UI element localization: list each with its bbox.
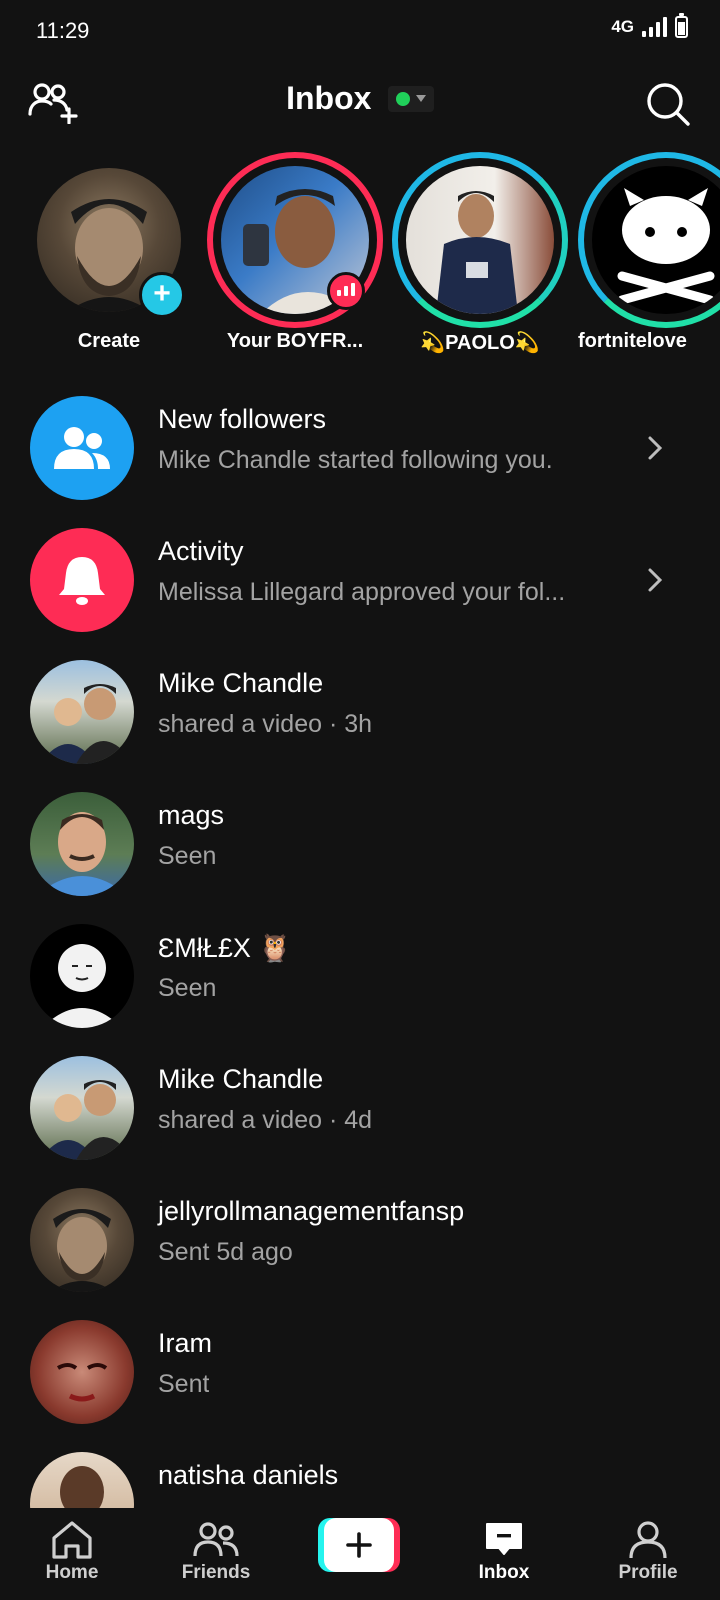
stories-row: + Create Your BOYFR... 💫PAOLO💫 fortnitel… xyxy=(0,152,720,362)
row-title: jellyrollmanagementfansp xyxy=(158,1196,465,1226)
row-title: Activity xyxy=(158,536,244,566)
status-icons: 4G xyxy=(611,13,688,38)
search-icon[interactable] xyxy=(644,80,692,128)
nav-friends[interactable]: Friends xyxy=(156,1520,276,1584)
row-subtitle: Seen xyxy=(158,842,217,870)
create-post-button[interactable] xyxy=(318,1518,400,1572)
status-time: 11:29 xyxy=(36,18,90,43)
row-title: Mike Chandle xyxy=(158,668,324,698)
nav-home[interactable]: Home xyxy=(12,1520,132,1584)
row-title: New followers xyxy=(158,404,327,434)
story-label: Your BOYFR... xyxy=(226,330,364,352)
activity-row[interactable]: Activity Melissa Lillegard approved your… xyxy=(0,512,720,644)
row-title: Iram xyxy=(158,1328,212,1358)
create-story-plus-icon[interactable]: + xyxy=(139,272,185,318)
nav-label: Home xyxy=(45,1562,99,1583)
row-subtitle: shared a video · 3h xyxy=(158,710,373,738)
avatar xyxy=(30,1188,134,1292)
row-title: Mike Chandle xyxy=(158,1064,324,1094)
status-bar: 11:29 4G xyxy=(0,0,720,60)
nav-inbox[interactable]: Inbox xyxy=(444,1520,564,1584)
nav-label: Inbox xyxy=(478,1562,530,1583)
avatar xyxy=(30,924,134,1028)
message-row[interactable]: Mike Chandle shared a video · 3h xyxy=(0,644,720,776)
message-row[interactable]: mags Seen xyxy=(0,776,720,908)
inbox-list: New followers Mike Chandle started follo… xyxy=(0,380,720,1508)
story-label: 💫PAOLO💫 xyxy=(420,332,540,354)
title-area: Inbox xyxy=(0,80,720,117)
message-row[interactable]: natisha daniels xyxy=(0,1436,720,1508)
avatar xyxy=(30,660,134,764)
people-icon xyxy=(30,396,134,500)
online-status-dot xyxy=(395,91,410,106)
row-subtitle: Seen xyxy=(158,974,217,1002)
signal-icon xyxy=(642,17,667,37)
message-row[interactable]: ƐMłŁ£X 🦉 Seen xyxy=(0,908,720,1040)
row-subtitle: Melissa Lillegard approved your fol... xyxy=(158,578,566,606)
nav-label: Profile xyxy=(618,1562,678,1583)
live-badge-icon xyxy=(327,272,365,310)
home-icon xyxy=(52,1521,92,1559)
message-row[interactable]: jellyrollmanagementfansp Sent 5d ago xyxy=(0,1172,720,1304)
nav-profile[interactable]: Profile xyxy=(588,1520,708,1584)
inbox-icon xyxy=(486,1523,522,1555)
page-title: Inbox xyxy=(286,80,372,116)
row-subtitle: shared a video · 4d xyxy=(158,1106,373,1134)
friends-icon xyxy=(193,1522,239,1557)
avatar xyxy=(30,1452,134,1508)
profile-icon xyxy=(629,1521,667,1559)
avatar xyxy=(30,1320,134,1424)
online-status-toggle[interactable] xyxy=(387,85,434,112)
row-title: mags xyxy=(158,800,225,830)
chevron-down-icon xyxy=(415,95,426,102)
chevron-right-icon xyxy=(648,436,663,460)
row-title: natisha daniels xyxy=(158,1460,339,1490)
row-title: ƐMłŁ£X 🦉 xyxy=(158,933,292,963)
battery-icon xyxy=(675,13,688,38)
row-subtitle: Sent 5d ago xyxy=(158,1238,293,1266)
new-followers-row[interactable]: New followers Mike Chandle started follo… xyxy=(0,380,720,512)
row-subtitle: Sent xyxy=(158,1370,210,1398)
story-label: Create xyxy=(77,330,141,352)
story-label: fortnitelove xyxy=(578,330,687,352)
message-row[interactable]: Iram Sent xyxy=(0,1304,720,1436)
avatar xyxy=(30,1056,134,1160)
bell-icon xyxy=(30,528,134,632)
network-type: 4G xyxy=(611,17,634,36)
row-subtitle: Mike Chandle started following you. xyxy=(158,446,553,474)
message-row[interactable]: Mike Chandle shared a video · 4d xyxy=(0,1040,720,1172)
avatar xyxy=(406,166,554,314)
plus-icon xyxy=(324,1518,394,1572)
nav-label: Friends xyxy=(181,1562,251,1583)
bottom-nav: Home Friends Inbox Profile xyxy=(0,1508,720,1600)
chevron-right-icon xyxy=(648,568,663,592)
inbox-header: Inbox xyxy=(0,70,720,132)
avatar xyxy=(30,792,134,896)
